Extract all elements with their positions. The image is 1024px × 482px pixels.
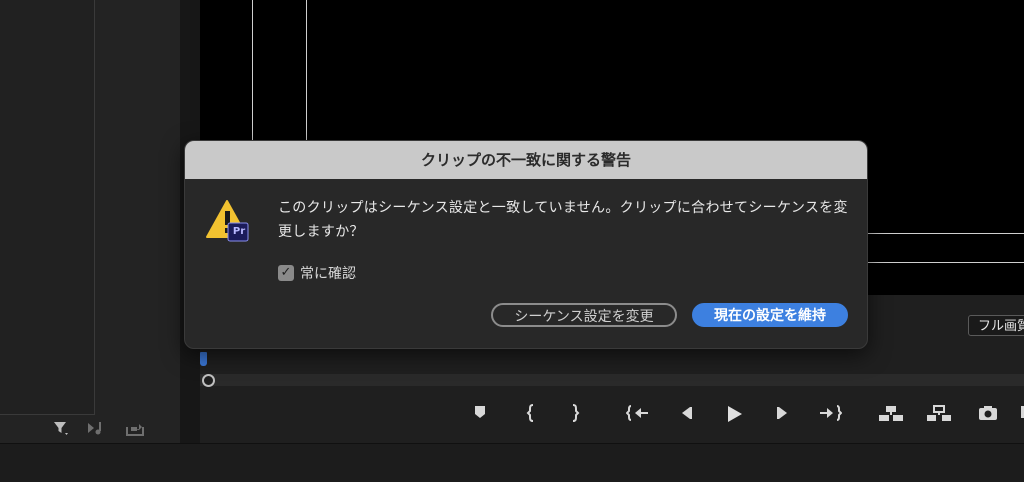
step-back-icon[interactable] [674,403,698,425]
always-ask-label[interactable]: 常に確認 [300,263,356,283]
playhead-marker[interactable] [200,352,207,366]
insert-icon[interactable] [877,403,905,425]
mark-in-icon[interactable] [519,403,543,425]
go-to-out-icon[interactable] [818,403,843,425]
premiere-badge-label: Pr [232,226,246,237]
playback-resolution-value: フル画質 [978,319,1024,334]
safe-margin-guide [865,233,1024,234]
export-icon[interactable] [124,418,146,440]
go-to-in-icon[interactable] [625,403,650,425]
keep-existing-settings-button[interactable]: 現在の設定を維持 [692,303,848,327]
dialog-title: クリップの不一致に関する警告 [185,141,867,179]
dialog-message: このクリップはシーケンス設定と一致していません。クリップに合わせてシーケンスを変… [278,200,848,240]
play-icon[interactable] [722,403,746,425]
step-forward-icon[interactable] [771,403,795,425]
safe-margin-guide [252,0,253,150]
scrub-knob[interactable] [202,374,215,387]
project-panel [0,0,180,443]
project-panel-toolbar [0,414,180,443]
warning-icon: Pr [205,197,251,245]
marker-icon[interactable] [468,403,492,425]
safe-margin-guide [306,0,307,150]
button-editor-icon[interactable] [1016,403,1024,425]
audio-only-icon[interactable] [86,418,108,440]
status-strip [0,443,1024,482]
export-frame-icon[interactable] [976,403,1000,425]
filter-icon[interactable] [50,418,72,440]
safe-margin-guide [865,262,1024,263]
playback-resolution-dropdown[interactable]: フル画質 [968,315,1024,336]
clip-mismatch-dialog: クリップの不一致に関する警告 Pr このクリップはシーケンス設定と一致していませ… [184,140,868,349]
mark-out-icon[interactable] [563,403,587,425]
overwrite-icon[interactable] [925,403,953,425]
always-ask-checkbox[interactable]: ✓ [278,265,294,281]
always-ask-row[interactable]: ✓ 常に確認 [278,261,356,285]
change-sequence-settings-button[interactable]: シーケンス設定を変更 [491,303,677,327]
scrub-bar[interactable] [200,374,1024,386]
project-panel-list[interactable] [0,0,95,415]
